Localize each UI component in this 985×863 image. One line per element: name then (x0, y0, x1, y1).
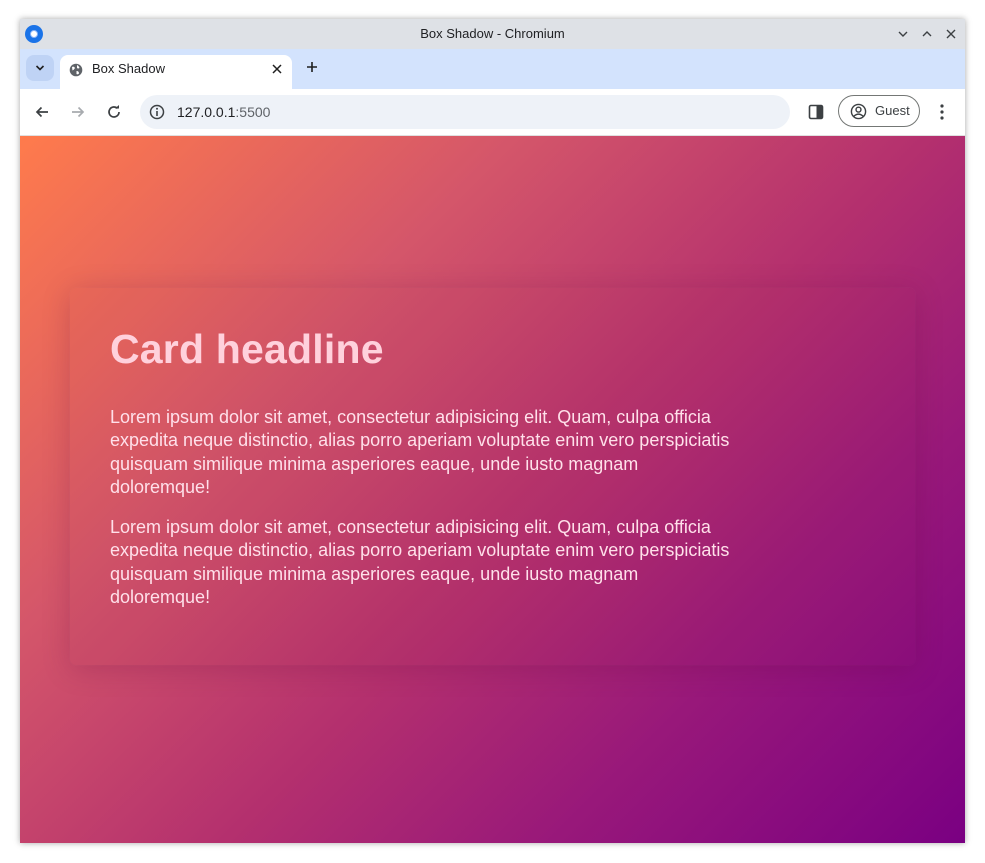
url-text[interactable]: 127.0.0.1:5500 (177, 95, 270, 129)
arrow-left-icon (35, 106, 48, 118)
url-host: 127.0.0.1 (177, 104, 236, 120)
forward-button[interactable] (66, 100, 90, 124)
address-bar[interactable]: 127.0.0.1:5500 (140, 95, 790, 129)
minimize-icon[interactable] (893, 24, 913, 44)
window-title: Box Shadow - Chromium (420, 26, 565, 41)
tab-search-button[interactable] (26, 55, 54, 81)
profile-label: Guest (875, 103, 910, 118)
card-paragraph-2: Lorem ipsum dolor sit amet, consectetur … (110, 517, 730, 608)
menu-button[interactable] (932, 100, 952, 124)
back-button[interactable] (30, 100, 54, 124)
card-paragraph-1: Lorem ipsum dolor sit amet, consectetur … (110, 407, 730, 498)
account-circle-icon (850, 103, 867, 120)
card: Card headline Lorem ipsum dolor sit amet… (70, 288, 915, 665)
side-panel-button[interactable] (806, 100, 826, 124)
side-panel-icon (808, 104, 824, 120)
reload-button[interactable] (102, 100, 126, 124)
globe-icon (69, 63, 83, 77)
browser-window: Box Shadow - Chromium Box Shadow 127.0.0… (20, 19, 965, 843)
url-port: :5500 (235, 104, 271, 120)
title-bar: Box Shadow - Chromium (20, 19, 965, 49)
card-headline: Card headline (110, 326, 384, 372)
tab-box-shadow[interactable]: Box Shadow (60, 55, 292, 89)
maximize-icon[interactable] (917, 24, 937, 44)
plus-icon (307, 62, 317, 72)
chevron-down-icon (35, 65, 45, 71)
arrow-right-icon (72, 106, 85, 118)
close-icon[interactable] (270, 62, 284, 76)
info-icon[interactable] (149, 104, 165, 120)
toolbar: 127.0.0.1:5500 Guest (20, 89, 965, 136)
kebab-menu-icon (940, 104, 944, 120)
page-viewport: Card headline Lorem ipsum dolor sit amet… (20, 136, 965, 843)
close-window-icon[interactable] (941, 24, 961, 44)
reload-icon (108, 105, 120, 118)
profile-button[interactable]: Guest (838, 95, 920, 127)
new-tab-button[interactable] (302, 57, 322, 77)
tab-strip: Box Shadow (20, 49, 965, 89)
tab-title: Box Shadow (92, 61, 165, 76)
